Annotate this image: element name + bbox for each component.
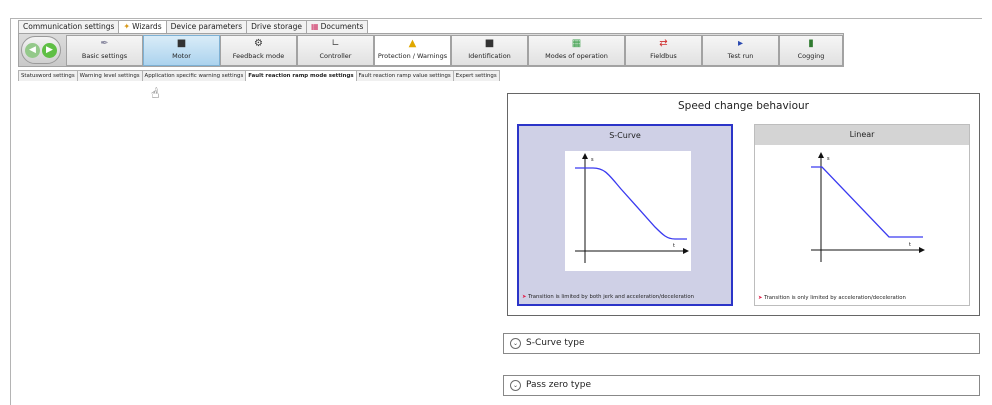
panel-title: Speed change behaviour <box>678 100 809 112</box>
wizard-step-motor[interactable]: ■ Motor <box>143 35 220 66</box>
scurve-line <box>575 167 687 240</box>
window-top-border <box>10 18 982 19</box>
wizard-step-label: Fieldbus <box>650 52 677 60</box>
tab-communication-settings[interactable]: Communication settings <box>18 20 120 33</box>
linear-note: ➤ Transition is only limited by accelera… <box>758 295 906 301</box>
tab-label: Communication settings <box>23 22 115 31</box>
tab-documents[interactable]: ▦ Documents <box>306 20 369 33</box>
main-tab-strip: Communication settings ✦ Wizards Device p… <box>18 20 369 33</box>
subtab-expert-settings[interactable]: Expert settings <box>452 70 500 81</box>
y-axis-label: s <box>827 156 830 162</box>
wizard-step-label: Protection / Warnings <box>377 52 448 60</box>
wizard-step-basic-settings[interactable]: ✒ Basic settings <box>66 35 143 66</box>
x-axis-arrow <box>919 247 925 253</box>
wizard-step-feedback-mode[interactable]: ⚙ Feedback mode <box>220 35 297 66</box>
wizard-step-label: Identification <box>468 52 511 60</box>
wizard-step-controller[interactable]: ∟ Controller <box>297 35 374 66</box>
wizard-step-label: Feedback mode <box>232 52 285 60</box>
protection-sub-tabs: Statusword settings Warning level settin… <box>18 70 500 81</box>
controller-icon: ∟ <box>331 38 340 49</box>
wizard-step-label: Test run <box>727 52 754 60</box>
tab-label: Documents <box>320 22 364 31</box>
motor-icon: ■ <box>176 38 187 49</box>
wand-icon: ✦ <box>123 22 131 31</box>
speed-change-panel: Speed change behaviour S-Curve s t ➤ Tra… <box>507 93 980 316</box>
window-left-border <box>10 18 11 405</box>
pass-zero-type-label: Pass zero type <box>526 380 592 390</box>
tab-label: Device parameters <box>170 22 243 31</box>
wizard-step-cogging[interactable]: ▮ Cogging <box>779 35 843 66</box>
subtab-statusword-settings[interactable]: Statusword settings <box>18 70 78 81</box>
note-marker-icon: ➤ <box>522 294 527 300</box>
y-axis-arrow <box>818 152 824 158</box>
x-axis-label: t <box>673 243 675 249</box>
linear-note-text: Transition is only limited by accelerati… <box>764 295 906 301</box>
wizard-step-protection-warnings[interactable]: ▲ Protection / Warnings <box>374 35 451 66</box>
tab-label: Drive storage <box>251 22 303 31</box>
cogging-icon: ▮ <box>808 38 814 49</box>
play-icon: ▸ <box>737 38 744 49</box>
wizard-nav-buttons: ◀ ▶ <box>21 36 61 64</box>
back-arrow-icon[interactable]: ◀ <box>25 43 40 58</box>
subtab-fault-reaction-ramp-mode[interactable]: Fault reaction ramp mode settings <box>245 70 357 81</box>
linear-line <box>811 166 923 238</box>
fieldbus-icon: ⇄ <box>659 38 668 49</box>
scurve-type-label: S-Curve type <box>526 338 585 348</box>
subtab-fault-reaction-ramp-value[interactable]: Fault reaction ramp value settings <box>355 70 454 81</box>
forward-arrow-icon[interactable]: ▶ <box>42 43 57 58</box>
wizard-step-label: Basic settings <box>81 52 128 60</box>
x-axis-arrow <box>683 248 689 254</box>
linear-graph: s t <box>801 150 927 270</box>
wizard-step-test-run[interactable]: ▸ Test run <box>702 35 779 66</box>
x-axis-label: t <box>909 242 911 248</box>
warning-icon: ▲ <box>408 38 417 49</box>
linear-option[interactable]: Linear s t ➤ Transition is only limited … <box>754 124 970 306</box>
pass-zero-type-section[interactable]: ⌄ Pass zero type <box>503 375 980 396</box>
scurve-type-section[interactable]: ⌄ S-Curve type <box>503 333 980 354</box>
note-marker-icon: ➤ <box>758 295 763 301</box>
wizard-step-label: Cogging <box>797 52 825 60</box>
tab-drive-storage[interactable]: Drive storage <box>246 20 308 33</box>
scurve-option[interactable]: S-Curve s t ➤ Transition is limited by b… <box>517 124 733 306</box>
linear-title: Linear <box>755 125 969 145</box>
encoder-icon: ⚙ <box>254 38 263 49</box>
tab-label: Wizards <box>132 22 162 31</box>
y-axis-arrow <box>582 153 588 159</box>
tab-device-parameters[interactable]: Device parameters <box>165 20 248 33</box>
y-axis-label: s <box>591 157 594 163</box>
subtab-application-warning-settings[interactable]: Application specific warning settings <box>141 70 247 81</box>
wizard-step-identification[interactable]: ■ Identification <box>451 35 528 66</box>
documents-icon: ▦ <box>311 22 319 31</box>
modes-icon: ▦ <box>571 38 582 49</box>
scurve-graph: s t <box>565 151 691 271</box>
wizard-step-label: Modes of operation <box>545 52 608 60</box>
wizard-step-modes-of-operation[interactable]: ▦ Modes of operation <box>528 35 625 66</box>
wizard-step-label: Motor <box>172 52 191 60</box>
identification-icon: ■ <box>484 38 495 49</box>
wizard-step-label: Controller <box>319 52 352 60</box>
chevron-down-icon[interactable]: ⌄ <box>510 338 521 349</box>
wrench-icon: ✒ <box>100 38 109 49</box>
scurve-note-text: Transition is limited by both jerk and a… <box>528 294 695 300</box>
chevron-down-icon[interactable]: ⌄ <box>510 380 521 391</box>
tab-wizards[interactable]: ✦ Wizards <box>118 20 167 33</box>
scurve-title: S-Curve <box>609 131 641 140</box>
wizard-step-fieldbus[interactable]: ⇄ Fieldbus <box>625 35 702 66</box>
wizard-toolbar: ◀ ▶ ✒ Basic settings ■ Motor ⚙ Feedback … <box>18 33 844 67</box>
scurve-note: ➤ Transition is limited by both jerk and… <box>522 294 694 300</box>
subtab-warning-level-settings[interactable]: Warning level settings <box>76 70 143 81</box>
mouse-pointer-icon: ☝ <box>149 85 161 103</box>
